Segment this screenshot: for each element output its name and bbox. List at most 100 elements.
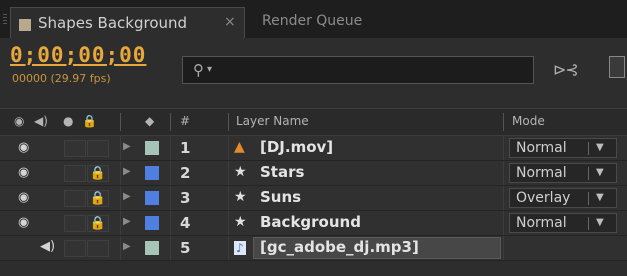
column-divider	[170, 136, 171, 160]
label-column-icon[interactable]: ◆	[145, 114, 154, 128]
blend-mode-value: Normal	[516, 215, 567, 231]
column-divider	[228, 236, 229, 260]
column-divider	[228, 186, 229, 210]
twirl-arrow-icon[interactable]: ▶	[123, 216, 131, 227]
column-divider	[120, 113, 121, 131]
column-divider	[503, 161, 504, 185]
draft-3d-icon[interactable]	[609, 56, 625, 78]
column-divider	[503, 113, 504, 131]
twirl-arrow-icon[interactable]: ▶	[123, 141, 131, 152]
layer-name-column-header[interactable]: Layer Name	[236, 114, 309, 128]
number-column-header[interactable]: #	[180, 114, 190, 128]
panel-grip[interactable]	[3, 14, 7, 26]
solo-switch[interactable]	[64, 240, 86, 257]
layer-name[interactable]: [DJ.mov]	[260, 138, 333, 156]
layer-name[interactable]: [gc_adobe_dj.mp3]	[260, 238, 419, 256]
layer-number: 4	[180, 214, 191, 232]
comp-mini-flowchart-icon[interactable]: ⊳⊰	[553, 60, 579, 79]
twirl-arrow-icon[interactable]: ▶	[123, 166, 131, 177]
search-icon: ⚲	[193, 61, 204, 79]
chevron-down-icon[interactable]: ▼	[596, 142, 604, 153]
blend-mode-select[interactable]: Normal ▼	[509, 163, 617, 183]
layer-row[interactable]: ◀) ▶ 5 ♪ [gc_adobe_dj.mp3]	[0, 236, 627, 261]
eye-icon[interactable]: ◉	[18, 190, 29, 205]
lock-switch[interactable]	[87, 140, 109, 157]
column-divider	[120, 136, 121, 160]
label-color-swatch[interactable]	[145, 241, 159, 255]
column-divider	[503, 186, 504, 210]
label-color-swatch[interactable]	[145, 216, 159, 230]
current-time-display[interactable]: 0;00;00;00	[10, 43, 146, 67]
speaker-column-icon[interactable]: ◀)	[34, 114, 48, 128]
tab-shapes-background[interactable]: Shapes Background ×	[10, 7, 245, 38]
chevron-down-icon[interactable]: ▾	[207, 64, 212, 75]
layer-number: 5	[180, 239, 191, 257]
solo-switch[interactable]	[64, 165, 86, 182]
solo-switch[interactable]	[64, 215, 86, 232]
column-divider	[170, 211, 171, 235]
column-divider	[503, 136, 504, 160]
blend-mode-select[interactable]: Normal ▼	[509, 138, 617, 158]
column-divider	[228, 113, 229, 131]
eye-column-icon[interactable]: ◉	[14, 114, 24, 128]
column-divider	[170, 113, 171, 131]
chevron-down-icon[interactable]: ▼	[596, 167, 604, 178]
eye-icon[interactable]: ◉	[18, 165, 29, 180]
layer-row[interactable]: ◉ 🔒 ▶ 2 ★ Stars Normal ▼	[0, 161, 627, 186]
column-divider	[228, 161, 229, 185]
timeline-panel: Shapes Background × Render Queue 0;00;00…	[0, 0, 627, 276]
cone-footage-icon: ▲	[234, 139, 245, 155]
column-divider	[503, 236, 504, 260]
eye-icon[interactable]: ◉	[18, 215, 29, 230]
blend-mode-value: Normal	[516, 165, 567, 181]
label-color-swatch[interactable]	[145, 166, 159, 180]
lock-icon[interactable]: 🔒	[87, 165, 109, 182]
layer-number: 1	[180, 139, 191, 157]
tab-title: Shapes Background	[38, 14, 188, 32]
lock-column-icon[interactable]: 🔒	[82, 114, 97, 128]
close-icon[interactable]: ×	[224, 14, 236, 30]
solo-switch[interactable]	[64, 140, 86, 157]
column-divider	[228, 136, 229, 160]
tab-bar: Shapes Background × Render Queue	[0, 0, 627, 38]
column-divider	[120, 211, 121, 235]
lock-switch[interactable]	[87, 240, 109, 257]
blend-mode-value: Overlay	[516, 190, 571, 206]
blend-mode-select[interactable]: Overlay ▼	[509, 188, 617, 208]
solo-column-icon[interactable]: ●	[63, 114, 73, 128]
layer-row[interactable]: ◉ 🔒 ▶ 4 ★ Background Normal ▼	[0, 211, 627, 236]
solo-switch[interactable]	[64, 190, 86, 207]
lock-icon[interactable]: 🔒	[87, 190, 109, 207]
mode-column-header[interactable]: Mode	[512, 114, 545, 128]
tab-render-queue[interactable]: Render Queue	[262, 13, 362, 29]
label-color-swatch[interactable]	[145, 191, 159, 205]
layer-number: 3	[180, 189, 191, 207]
shape-layer-icon: ★	[234, 214, 247, 230]
twirl-arrow-icon[interactable]: ▶	[123, 241, 131, 252]
eye-icon[interactable]: ◉	[18, 140, 29, 155]
layer-name[interactable]: Suns	[260, 188, 301, 206]
layer-name[interactable]: Stars	[260, 163, 304, 181]
speaker-icon[interactable]: ◀)	[40, 239, 55, 254]
column-divider	[228, 211, 229, 235]
lock-icon[interactable]: 🔒	[87, 215, 109, 232]
blend-mode-select[interactable]: Normal ▼	[509, 213, 617, 233]
layer-row[interactable]: ◉ 🔒 ▶ 3 ★ Suns Overlay ▼	[0, 186, 627, 211]
layer-row[interactable]: ◉ ▶ 1 ▲ [DJ.mov] Normal ▼	[0, 136, 627, 161]
label-color-swatch[interactable]	[145, 141, 159, 155]
layer-name[interactable]: Background	[260, 213, 361, 231]
blend-mode-value: Normal	[516, 140, 567, 156]
frame-rate-readout: 00000 (29.97 fps)	[12, 72, 111, 85]
twirl-arrow-icon[interactable]: ▶	[123, 191, 131, 202]
layer-header-row: ◉ ◀) ● 🔒 ◆ # Layer Name Mode	[0, 108, 627, 136]
column-divider	[503, 211, 504, 235]
column-divider	[170, 236, 171, 260]
shape-layer-icon: ★	[234, 189, 247, 205]
shape-layer-icon: ★	[234, 164, 247, 180]
column-divider	[120, 186, 121, 210]
search-input[interactable]: ⚲ ▾	[182, 56, 534, 84]
chevron-down-icon[interactable]: ▼	[596, 192, 604, 203]
divider	[588, 167, 589, 180]
chevron-down-icon[interactable]: ▼	[596, 217, 604, 228]
column-divider	[120, 236, 121, 260]
